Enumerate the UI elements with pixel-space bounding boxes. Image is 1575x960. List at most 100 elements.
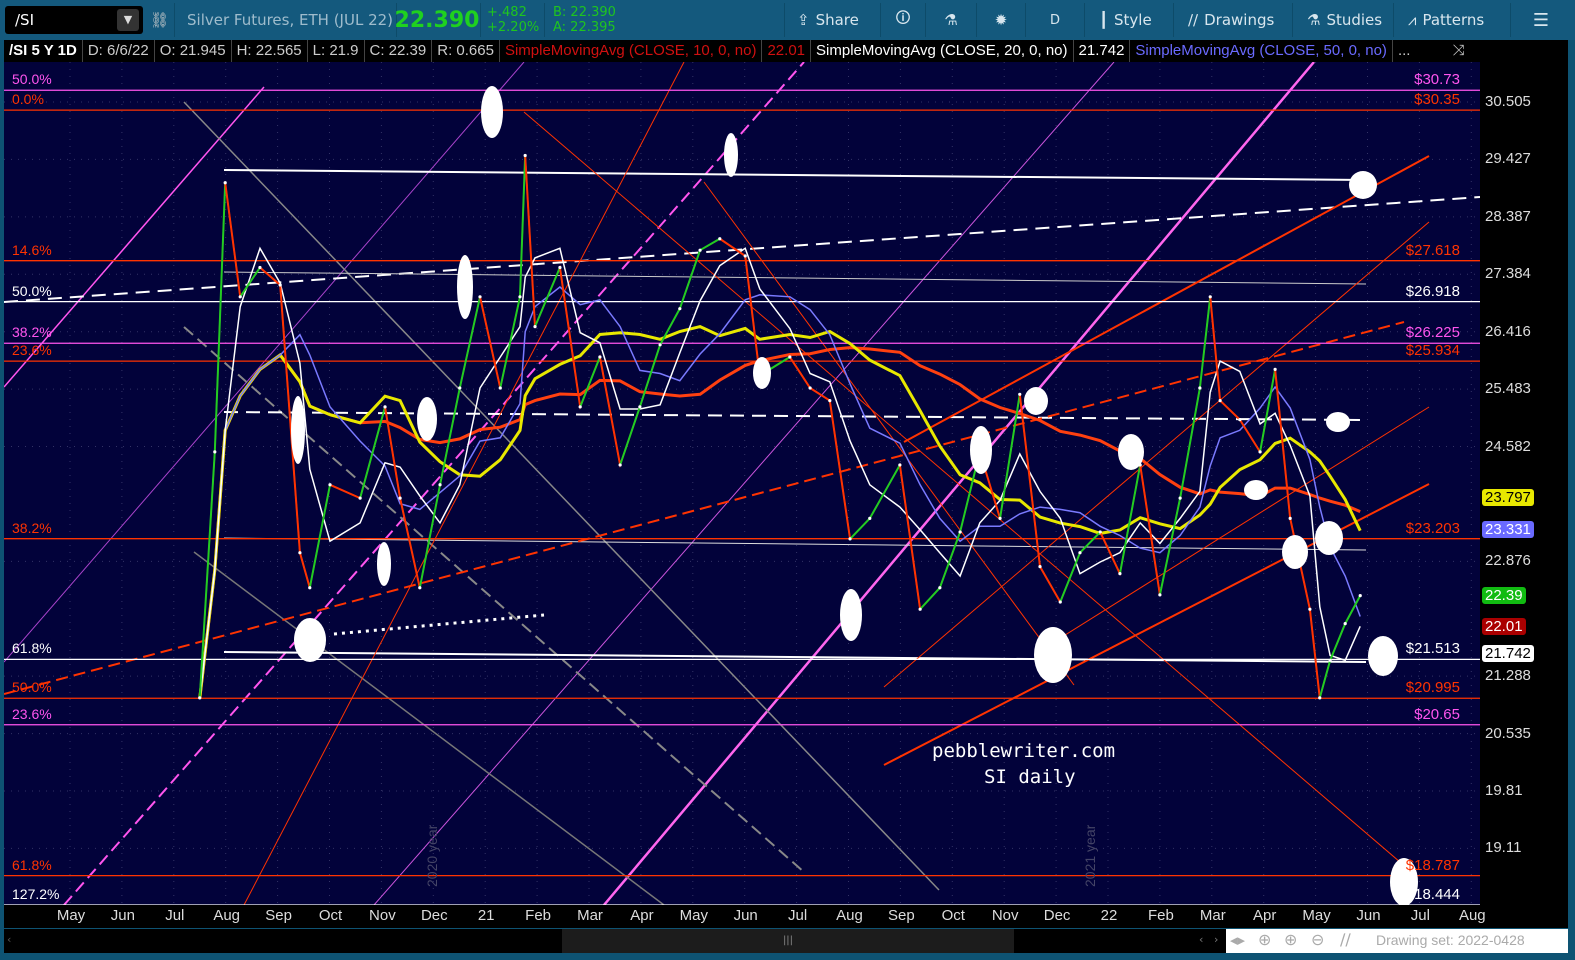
trendline[interactable] [223,169,1367,181]
scroll-left-end-icon[interactable]: ‹ [1199,933,1203,946]
trendline[interactable] [183,326,805,873]
zoom-out-icon[interactable]: ⊖ [1311,930,1324,949]
aggregation-label: D [1049,12,1060,28]
symbol-description: Silver Futures, ETH (JUL 22) [174,3,407,37]
pivot-marker[interactable] [1368,636,1398,676]
pivot-marker[interactable] [1118,434,1144,470]
x-tick-label: 21 [477,907,495,924]
pivot-marker[interactable] [417,397,437,441]
price-point [788,355,792,359]
drawings-label: Drawings [1204,11,1275,29]
pivot-marker[interactable] [753,357,771,389]
price-point [1273,367,1277,371]
x-tick-label: Oct [941,907,965,924]
patterns-button[interactable]: ⩘ Patterns [1393,3,1524,37]
x-tick-label: Oct [318,907,343,924]
price-segment [849,517,871,540]
trendline[interactable] [883,221,1430,688]
pivot-marker[interactable] [1282,535,1308,569]
price-point [478,295,482,299]
share-button[interactable]: ⇪ Share [784,3,892,37]
more-studies[interactable]: ... [1393,40,1416,62]
pivot-marker[interactable] [291,396,305,464]
x-tick-label: May [56,907,86,924]
price-point [1288,516,1292,520]
x-tick-label: Feb [1147,907,1174,924]
bar-date: D: 6/6/22 [83,40,155,62]
price-point [328,483,332,487]
sma20-label[interactable]: SimpleMovingAvg (CLOSE, 20, 0, no) [811,40,1074,62]
price-point [658,343,662,347]
x-tick-label: Feb [525,907,552,924]
pivot-marker[interactable] [481,86,503,138]
pivot-marker[interactable] [840,589,862,641]
price-point [718,237,722,241]
price-point [618,463,622,467]
chart-plot-area[interactable]: 50.0% $30.73 0.0% $30.35 14.6% $27.618 50.0% $2… [4,62,1480,905]
time-axis[interactable]: May Jun Jul Aug Sep Oct Nov Dec 21 Feb Mar Apr May Ju… [4,905,1568,928]
pivot-marker[interactable] [294,618,326,662]
symbol-input[interactable]: /SI ▼ [5,6,143,34]
pivot-marker[interactable] [1326,412,1350,432]
ask: A: 22.395 [553,20,616,35]
link-icon[interactable]: ⛓ [150,3,170,37]
y-tick-label: 25.483 [1485,380,1531,398]
pivot-marker[interactable] [970,426,992,474]
pan-icon[interactable]: ◂▸ [1230,931,1245,949]
pivot-marker[interactable] [1349,171,1377,199]
sma10-label[interactable]: SimpleMovingAvg (CLOSE, 10, 0, no) [500,40,763,62]
drawings-button[interactable]: ∕∕ Drawings [1173,3,1306,37]
x-tick-label: Nov [991,907,1019,924]
scroll-left-icon[interactable]: ‹ [7,933,11,946]
trendline[interactable] [603,62,1315,905]
settings-button[interactable]: ✹ [976,3,1025,37]
style-button[interactable]: ┃ Style [1084,3,1187,37]
trendline[interactable] [333,613,545,636]
scroll-right-icon[interactable]: › [1214,933,1218,946]
pivot-marker[interactable] [1244,480,1268,500]
flask-button[interactable]: ⚗ [925,3,976,37]
trendline[interactable] [183,101,940,891]
trendline[interactable] [243,62,685,905]
price-segment [439,387,461,485]
price-point [938,586,942,590]
zoom-in-icon[interactable]: ⊕ [1284,930,1297,949]
price-segment [1308,609,1321,699]
price-point [1018,392,1022,396]
info-button[interactable]: 🛈 [880,3,925,37]
trendline[interactable] [223,537,1367,551]
trendline[interactable] [883,483,1430,766]
pivot-marker[interactable] [1315,521,1343,555]
horizontal-scrollbar[interactable]: ||| ‹ ‹ › [4,929,1226,953]
price-axis[interactable]: 30.505 29.427 28.387 27.384 26.416 25.483 24.5… [1480,62,1568,905]
sma50-label[interactable]: SimpleMovingAvg (CLOSE, 50, 0, no) [1130,40,1393,62]
menu-button[interactable]: ☰ [1510,3,1571,37]
scrollbar-thumb[interactable]: ||| [562,929,1014,953]
pivot-marker[interactable] [457,255,473,319]
aggregation-button[interactable]: D [1025,3,1084,37]
x-tick-label: Apr [1253,907,1277,924]
pivot-marker[interactable] [1034,627,1072,683]
studies-button[interactable]: ⚗ Studies [1292,3,1407,37]
status-bar: ||| ‹ ‹ › ◂▸ ⊕ ⊕ ⊖ ∕∕ Drawing set: 2022-… [4,929,1568,953]
trendline[interactable] [703,181,1075,686]
expand-icon[interactable]: ⤨ [1447,40,1469,62]
trendline[interactable] [4,62,525,663]
chevron-down-icon[interactable]: ▼ [117,9,139,31]
studies-label: Studies [1326,11,1383,29]
x-tick-label: Dec [1043,907,1071,924]
pct-change: +2.20% [487,20,540,35]
x-tick-label: Aug [1458,907,1486,924]
drawing-tool-icon[interactable]: ∕∕ [1340,930,1351,949]
pivot-marker[interactable] [377,542,391,586]
drawing-set-label[interactable]: Drawing set: 2022-0428 [1376,932,1525,948]
crosshair-icon[interactable]: ⊕ [1258,930,1271,949]
trendline[interactable] [223,651,1367,663]
sma20-value: 21.742 [1074,40,1131,62]
trendline[interactable] [1053,406,1430,643]
trendline[interactable] [4,321,1405,695]
pivot-marker[interactable] [724,133,738,177]
x-tick-label: May [679,907,708,924]
bid-ask: B: 22.390 A: 22.395 [544,3,623,37]
pivot-marker[interactable] [1024,387,1048,415]
